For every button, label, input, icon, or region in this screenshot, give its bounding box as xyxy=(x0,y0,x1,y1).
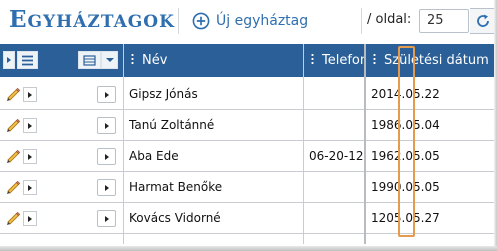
expand-row-button[interactable] xyxy=(23,149,37,164)
cell-birth-date: 1990.05.05 xyxy=(371,180,440,194)
row-actions xyxy=(0,172,124,202)
triangle-right-icon xyxy=(7,57,11,63)
month-digits-highlight xyxy=(398,46,415,237)
drag-handle-icon[interactable] xyxy=(131,53,134,66)
per-page-input[interactable]: 25 xyxy=(419,9,469,33)
window-shadow xyxy=(0,246,497,251)
table-row[interactable]: Tanú Zoltánné 1986.05.04 xyxy=(0,110,497,141)
per-page-label: / oldal: xyxy=(367,12,412,27)
expand-row-button[interactable] xyxy=(23,180,37,195)
cell-phone xyxy=(309,110,364,140)
grid-header: Név Telefonszám Születési dátum xyxy=(0,44,497,77)
toolbar-divider xyxy=(178,8,179,34)
column-divider xyxy=(303,44,304,244)
cell-phone xyxy=(309,203,364,233)
column-selector-dropdown[interactable] xyxy=(101,51,118,69)
pencil-icon[interactable] xyxy=(5,117,22,134)
members-grid-window: EGYHÁZTAGOK Új egyháztag / oldal: 25 Név… xyxy=(0,0,497,251)
toolbar: EGYHÁZTAGOK Új egyháztag / oldal: 25 xyxy=(0,0,497,42)
column-divider xyxy=(364,44,366,244)
expand-row-button[interactable] xyxy=(23,211,37,226)
row-actions xyxy=(0,79,124,109)
triangle-down-icon xyxy=(105,58,114,62)
pencil-icon[interactable] xyxy=(5,86,22,103)
pencil-icon[interactable] xyxy=(5,210,22,227)
triangle-right-icon xyxy=(104,215,109,222)
cell-birth-date: 1986.05.04 xyxy=(371,118,440,132)
cell-birth-date: 2014.05.22 xyxy=(371,87,440,101)
page-title: EGYHÁZTAGOK xyxy=(9,6,175,33)
row-detail-button[interactable] xyxy=(97,179,116,196)
add-member-button[interactable]: Új egyháztag xyxy=(192,7,308,35)
triangle-right-icon xyxy=(28,184,32,191)
cell-phone: 06-20-123 xyxy=(309,149,364,163)
table-row[interactable]: Harmat Benőke 1990.05.05 xyxy=(0,172,497,203)
row-detail-button[interactable] xyxy=(97,86,116,103)
column-header-phone[interactable]: Telefonszám xyxy=(304,44,364,77)
triangle-right-icon xyxy=(28,215,32,222)
row-actions xyxy=(0,110,124,140)
refresh-button[interactable] xyxy=(470,8,496,34)
cell-phone xyxy=(309,172,364,202)
grid-icon xyxy=(83,54,96,66)
row-detail-button[interactable] xyxy=(97,210,116,227)
triangle-right-icon xyxy=(104,122,109,129)
cell-name: Harmat Benőke xyxy=(129,180,223,194)
row-detail-button[interactable] xyxy=(97,148,116,165)
triangle-right-icon xyxy=(28,122,32,129)
triangle-right-icon xyxy=(28,153,32,160)
refresh-icon xyxy=(476,14,489,27)
cell-name: Tanú Zoltánné xyxy=(129,118,215,132)
add-member-label: Új egyháztag xyxy=(216,13,309,29)
expand-row-button[interactable] xyxy=(23,118,37,133)
expand-row-button[interactable] xyxy=(23,87,37,102)
table-row[interactable]: Gipsz Jónás 2014.05.22 xyxy=(0,79,497,110)
column-divider xyxy=(123,44,124,244)
table-row[interactable]: Kovács Vidorné 1205.05.27 xyxy=(0,203,497,234)
row-detail-button[interactable] xyxy=(97,117,116,134)
list-icon xyxy=(22,55,33,65)
drag-handle-icon[interactable] xyxy=(373,53,376,66)
toolbar-divider xyxy=(361,8,362,34)
triangle-right-icon xyxy=(104,91,109,98)
cell-birth-date: 1962.05.05 xyxy=(371,149,440,163)
row-actions xyxy=(0,203,124,233)
triangle-right-icon xyxy=(28,91,32,98)
cell-name: Kovács Vidorné xyxy=(129,211,221,225)
table-row[interactable]: Aba Ede 06-20-123 1962.05.05 xyxy=(0,141,497,172)
plus-circle-icon xyxy=(192,12,210,30)
column-header-birth-date[interactable]: Születési dátum xyxy=(366,44,497,77)
pencil-icon[interactable] xyxy=(5,148,22,165)
cell-phone xyxy=(309,79,364,109)
triangle-right-icon xyxy=(104,184,109,191)
column-header-name[interactable]: Név xyxy=(124,44,303,77)
cell-birth-date: 1205.05.27 xyxy=(371,211,440,225)
cell-name: Aba Ede xyxy=(129,149,179,163)
row-actions xyxy=(0,141,124,171)
column-selector-button[interactable] xyxy=(78,51,101,69)
drag-handle-icon[interactable] xyxy=(311,53,314,66)
collapse-all-button[interactable] xyxy=(3,51,15,69)
cell-name: Gipsz Jónás xyxy=(129,87,198,101)
column-menu-button[interactable] xyxy=(17,51,38,69)
triangle-right-icon xyxy=(104,153,109,160)
pencil-icon[interactable] xyxy=(5,179,22,196)
